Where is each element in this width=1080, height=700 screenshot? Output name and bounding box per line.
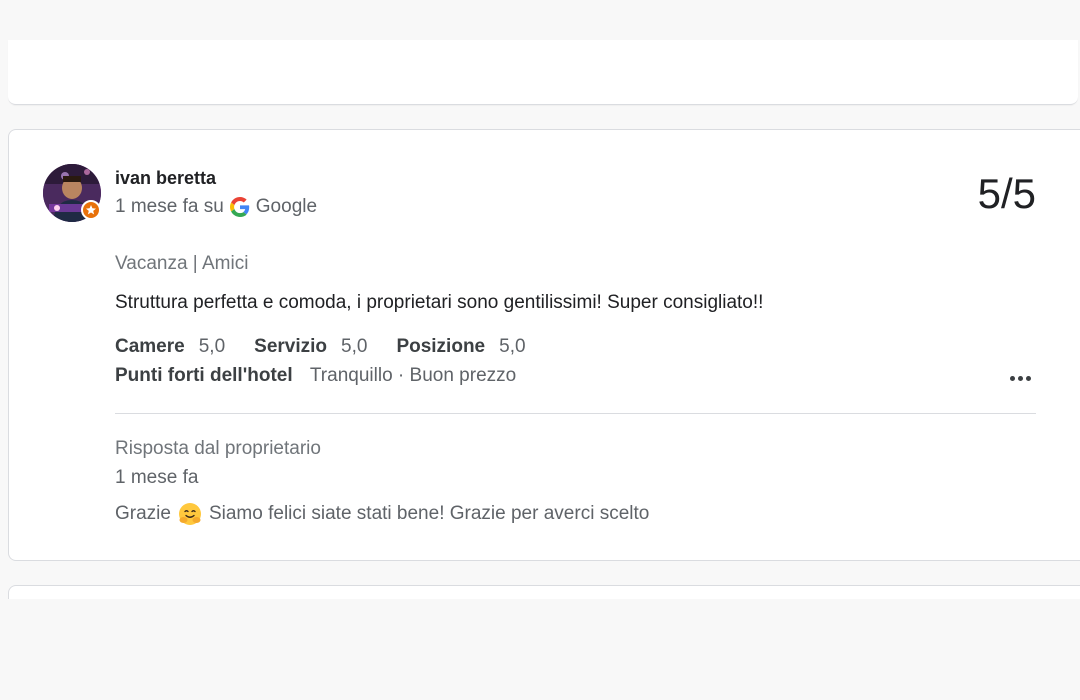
review-score: 5/5 <box>977 170 1036 217</box>
category-ratings: Camere 5,0 Servizio 5,0 Posizione 5,0 <box>115 336 555 358</box>
owner-reply-date: 1 mese fa <box>115 467 199 488</box>
hotel-highlights: Punti forti dell'hotel Tranquillo · Buon… <box>115 365 516 387</box>
divider <box>115 413 1036 414</box>
rating-value-service: 5,0 <box>341 336 368 357</box>
review-text: Struttura perfetta e comoda, i proprieta… <box>115 292 764 313</box>
reviews-page: ivan beretta 1 mese fa su Google 5/5 Vac… <box>0 0 1080 700</box>
author-name[interactable]: ivan beretta <box>115 168 216 189</box>
rating-label-rooms: Camere <box>115 336 185 357</box>
more-horiz-icon[interactable] <box>1006 366 1034 390</box>
owner-reply-text: Grazie Siamo felici siate stati bene! Gr… <box>115 502 649 526</box>
owner-reply-title: Risposta dal proprietario <box>115 438 321 459</box>
google-icon <box>229 197 250 217</box>
hugging-face-emoji-icon <box>178 502 202 526</box>
review-source: Google <box>255 196 318 217</box>
trip-type: Vacanza | Amici <box>115 253 249 274</box>
local-guide-badge-icon <box>81 200 101 220</box>
owner-reply-text-before: Grazie <box>115 503 171 524</box>
rating-label-service: Servizio <box>254 336 328 357</box>
highlights-label: Punti forti dell'hotel <box>115 365 293 386</box>
previous-review-card <box>8 40 1078 105</box>
rating-value-location: 5,0 <box>499 336 526 357</box>
highlights-value: Tranquillo · Buon prezzo <box>309 365 517 386</box>
review-meta: 1 mese fa su Google <box>115 196 317 218</box>
owner-reply-text-after: Siamo felici siate stati bene! Grazie pe… <box>208 503 650 524</box>
next-review-card <box>8 585 1080 599</box>
review-time: 1 mese fa su <box>115 196 224 217</box>
review-card: ivan beretta 1 mese fa su Google 5/5 Vac… <box>8 129 1080 561</box>
rating-label-location: Posizione <box>396 336 486 357</box>
rating-value-rooms: 5,0 <box>198 336 226 357</box>
